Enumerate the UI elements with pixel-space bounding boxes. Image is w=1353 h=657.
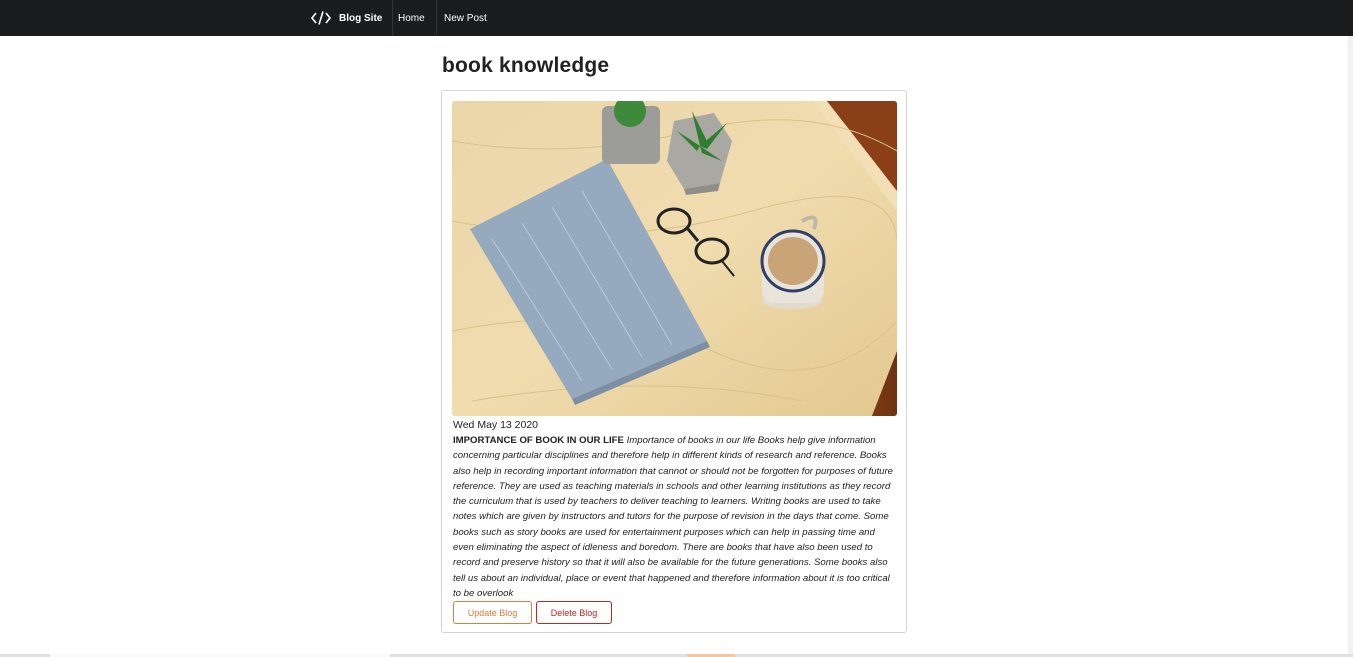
nav-item-home[interactable]: Home — [387, 0, 437, 36]
blog-post-card: Wed May 13 2020 IMPORTANCE OF BOOK IN OU… — [441, 90, 907, 633]
post-heading: IMPORTANCE OF BOOK IN OUR LIFE — [453, 435, 627, 446]
top-navbar: Blog Site Home New Post — [0, 0, 1353, 36]
post-content: IMPORTANCE OF BOOK IN OUR LIFE Importanc… — [453, 433, 896, 601]
update-blog-button[interactable]: Update Blog — [453, 601, 532, 624]
delete-blog-button[interactable]: Delete Blog — [536, 601, 612, 624]
page-title: book knowledge — [442, 54, 610, 77]
code-icon — [311, 11, 331, 25]
brand-link[interactable]: Blog Site — [300, 0, 394, 36]
post-body-text: Importance of books in our life Books he… — [453, 435, 893, 599]
post-date: Wed May 13 2020 — [453, 419, 539, 431]
brand-label: Blog Site — [339, 12, 383, 24]
nav-item-new-post[interactable]: New Post — [433, 0, 498, 36]
page-scrollbar[interactable] — [1348, 36, 1353, 657]
post-image — [452, 101, 897, 416]
book-desk-photo-icon — [452, 101, 897, 416]
